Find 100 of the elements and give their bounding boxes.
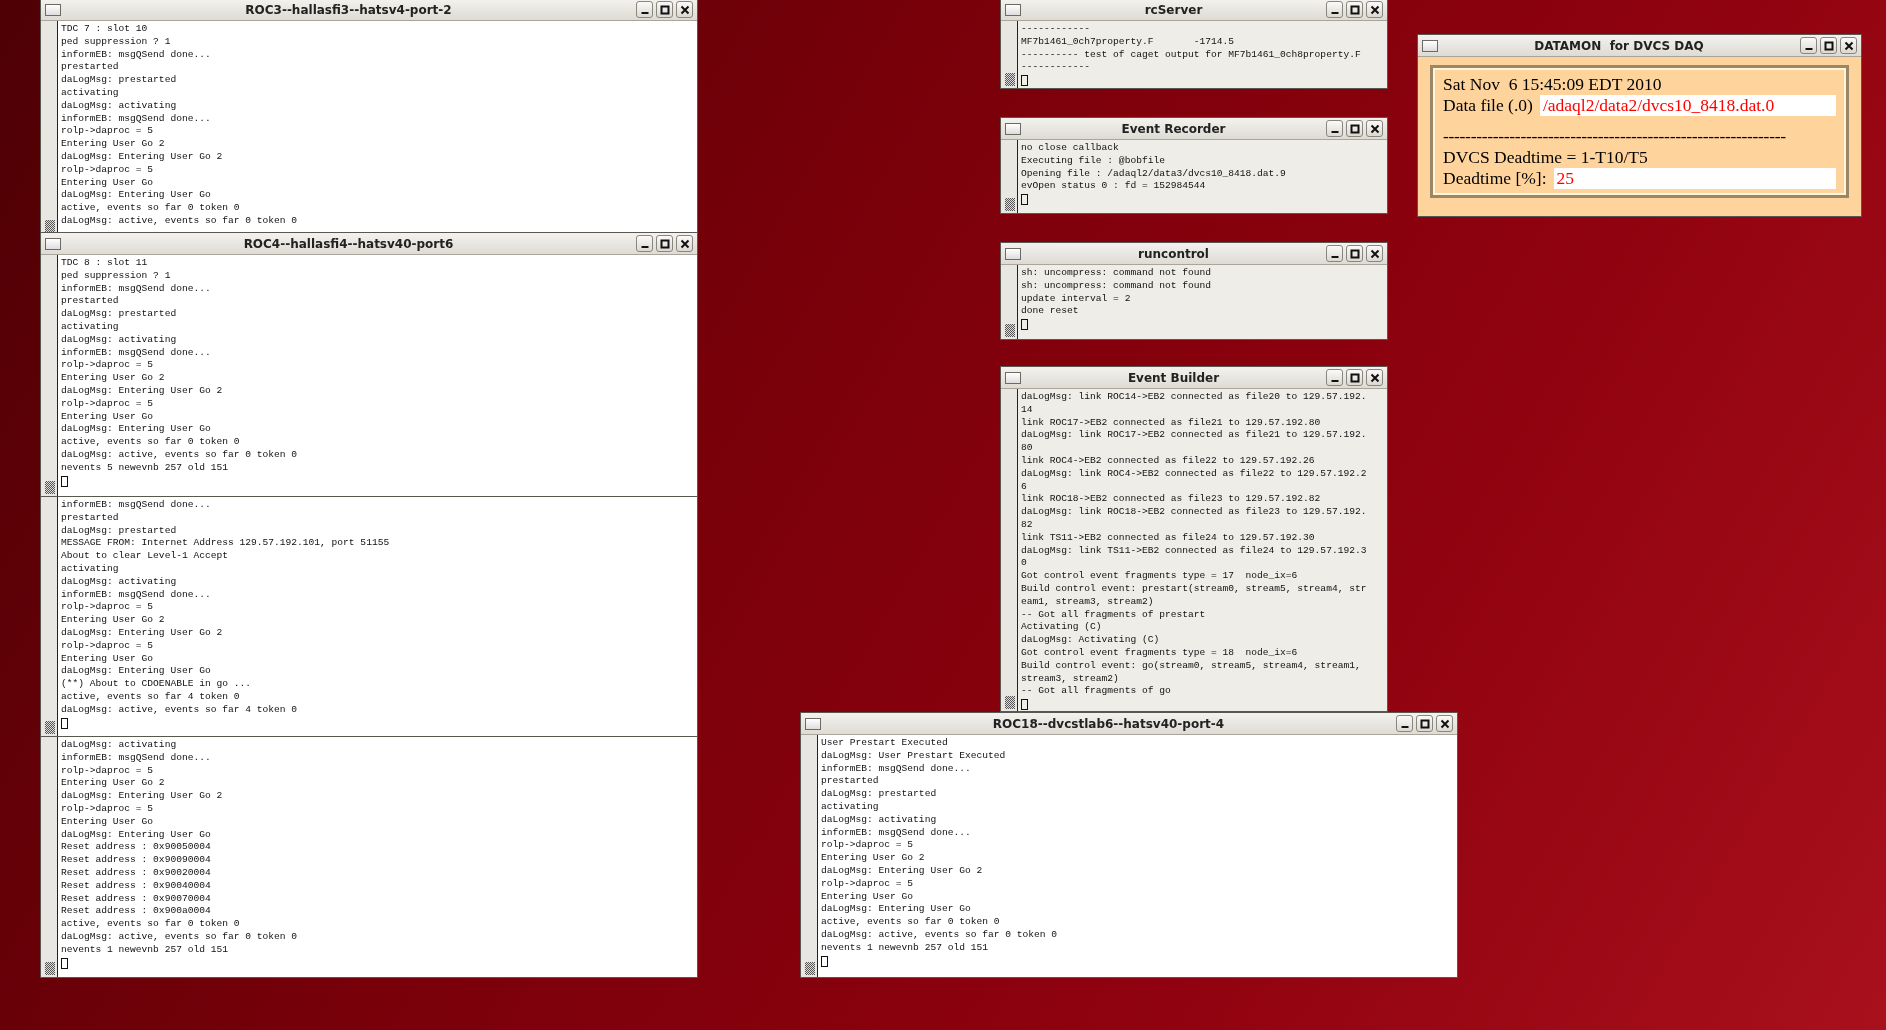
scrollbar-thumb[interactable] [45,721,55,734]
minimize-button[interactable] [636,235,653,252]
window-title: ROC4--hallasfi4--hatsv40-port6 [242,235,455,253]
minimize-button[interactable] [1326,120,1343,137]
terminal-line: Entering User Go 2 [61,138,166,151]
minimize-button[interactable] [1800,37,1817,54]
close-button[interactable] [1840,37,1857,54]
scrollbar-thumb[interactable] [805,962,815,975]
terminal-line: daLogMsg: prestarted [61,308,178,321]
terminal-line: daLogMsg: link ROC14->EB2 connected as file20 to 129.57.192. [1021,391,1367,404]
field-label: Deadtime [%]: [1443,168,1547,189]
scrollbar-thumb[interactable] [45,962,55,975]
minimize-button[interactable] [1326,245,1343,262]
terminal-line: Build control event: go(stream0, stream5, stream4, stream1, [1021,659,1362,673]
minimize-icon [1330,380,1339,382]
window-menu-button[interactable] [1005,247,1021,260]
close-button[interactable] [1436,715,1453,732]
scrollbar-thumb[interactable] [1005,324,1015,337]
close-icon [1843,40,1854,51]
terminal-line: daLogMsg: Entering User Go [61,189,212,203]
terminal-line: rolp->daproc = 5 [61,397,155,411]
terminal-line: rolp->daproc = 5 [61,639,155,653]
scrollbar[interactable] [41,737,58,977]
scrollbar-thumb[interactable] [1005,696,1015,709]
terminal-line: link TS11->EB2 connected as file24 to 129.57.192.30 [1021,531,1316,545]
scrollbar[interactable] [801,735,818,977]
terminal-line: Reset address : 0x90020004 [61,866,212,880]
minimize-button[interactable] [636,1,653,18]
close-icon [1369,248,1380,259]
terminal-line: prestarted [61,295,120,309]
scrollbar[interactable] [1001,140,1018,213]
close-button[interactable] [1366,120,1383,137]
terminal-line: informEB: msgQSend done... [61,588,212,602]
terminal-line: User Prestart Executed [821,737,949,750]
terminal-line: rolp->daproc = 5 [61,359,155,373]
maximize-button[interactable] [1346,120,1363,137]
deadtime-field: 25 [1553,168,1836,189]
window-menu-button[interactable] [1005,122,1021,135]
terminal-line: ped suppression ? 1 [61,35,172,49]
close-icon [1439,718,1450,729]
scrollbar-thumb[interactable] [45,481,55,494]
close-button[interactable] [1366,369,1383,386]
scrollbar[interactable] [41,497,58,736]
terminal-line: Entering User Go [61,410,155,424]
minimize-icon [1400,726,1409,728]
terminal-line: nevents 1 newevnb 257 old 151 [821,941,989,955]
terminal-line: Entering User Go 2 [821,852,926,865]
close-button[interactable] [676,1,693,18]
minimize-button[interactable] [1326,1,1343,18]
maximize-button[interactable] [656,235,673,252]
terminal-line: daLogMsg: Entering User Go [61,665,212,679]
scrollbar[interactable] [41,21,58,235]
scrollbar-thumb[interactable] [1005,198,1015,211]
terminal-line: link ROC4->EB2 connected as file22 to 129.57.192.26 [1021,455,1316,468]
terminal-line: Reset address : 0x90040004 [61,879,212,893]
scrollbar-thumb[interactable] [45,220,55,233]
close-button[interactable] [676,235,693,252]
terminal-line: TDC 7 : slot 10 [61,23,149,36]
scrollbar-thumb[interactable] [1005,73,1015,86]
close-button[interactable] [1366,1,1383,18]
maximize-button[interactable] [1820,37,1837,54]
maximize-icon [659,4,670,15]
window-menu-button[interactable] [1422,39,1438,52]
terminal-line: 14 [1021,403,1034,417]
terminal-line: rolp->daproc = 5 [61,601,155,615]
scrollbar[interactable] [1001,21,1018,88]
close-button[interactable] [1366,245,1383,262]
terminal-line: daLogMsg: activating [61,739,178,752]
window-menu-button[interactable] [45,237,61,250]
maximize-button[interactable] [1346,245,1363,262]
terminal-line: daLogMsg: active, events so far 0 token 0 [61,448,298,462]
maximize-button[interactable] [1346,369,1363,386]
terminal-line: daLogMsg: active, events so far 0 token 0 [61,930,298,944]
maximize-button[interactable] [1346,1,1363,18]
scrollbar[interactable] [1001,389,1018,711]
minimize-button[interactable] [1396,715,1413,732]
window-title: runcontrol [1137,245,1210,263]
window-menu-button[interactable] [45,3,61,16]
maximize-button[interactable] [656,1,673,18]
terminal-line: daLogMsg: active, events so far 4 token 0 [61,703,299,717]
terminal-line: rolp->daproc = 5 [821,877,915,891]
terminal-line: daLogMsg: link TS11->EB2 connected as file24 to 129.57.192.3 [1021,544,1367,558]
maximize-button[interactable] [1416,715,1433,732]
close-icon [679,238,690,249]
scrollbar[interactable] [1001,265,1018,339]
terminal-line: active, events so far 4 token 0 [61,690,241,704]
terminal-line: activating [821,801,880,814]
terminal-line: daLogMsg: active, events so far 0 token 0 [821,928,1058,942]
scrollbar[interactable] [41,255,58,496]
window-menu-button[interactable] [1005,3,1021,16]
terminal-line: prestarted [61,511,120,525]
minimize-button[interactable] [1326,369,1343,386]
terminal-line: active, events so far 0 token 0 [61,436,241,449]
window-menu-button[interactable] [1005,371,1021,384]
terminal-line: Entering User Go 2 [61,372,166,385]
terminal-line: informEB: msgQSend done... [61,346,212,360]
terminal-line: Got control event fragments type = 18 node_ix=6 [1021,646,1299,660]
window-menu-button[interactable] [805,717,821,730]
terminal-line: active, events so far 0 token 0 [61,918,241,931]
maximize-icon [1349,372,1360,383]
